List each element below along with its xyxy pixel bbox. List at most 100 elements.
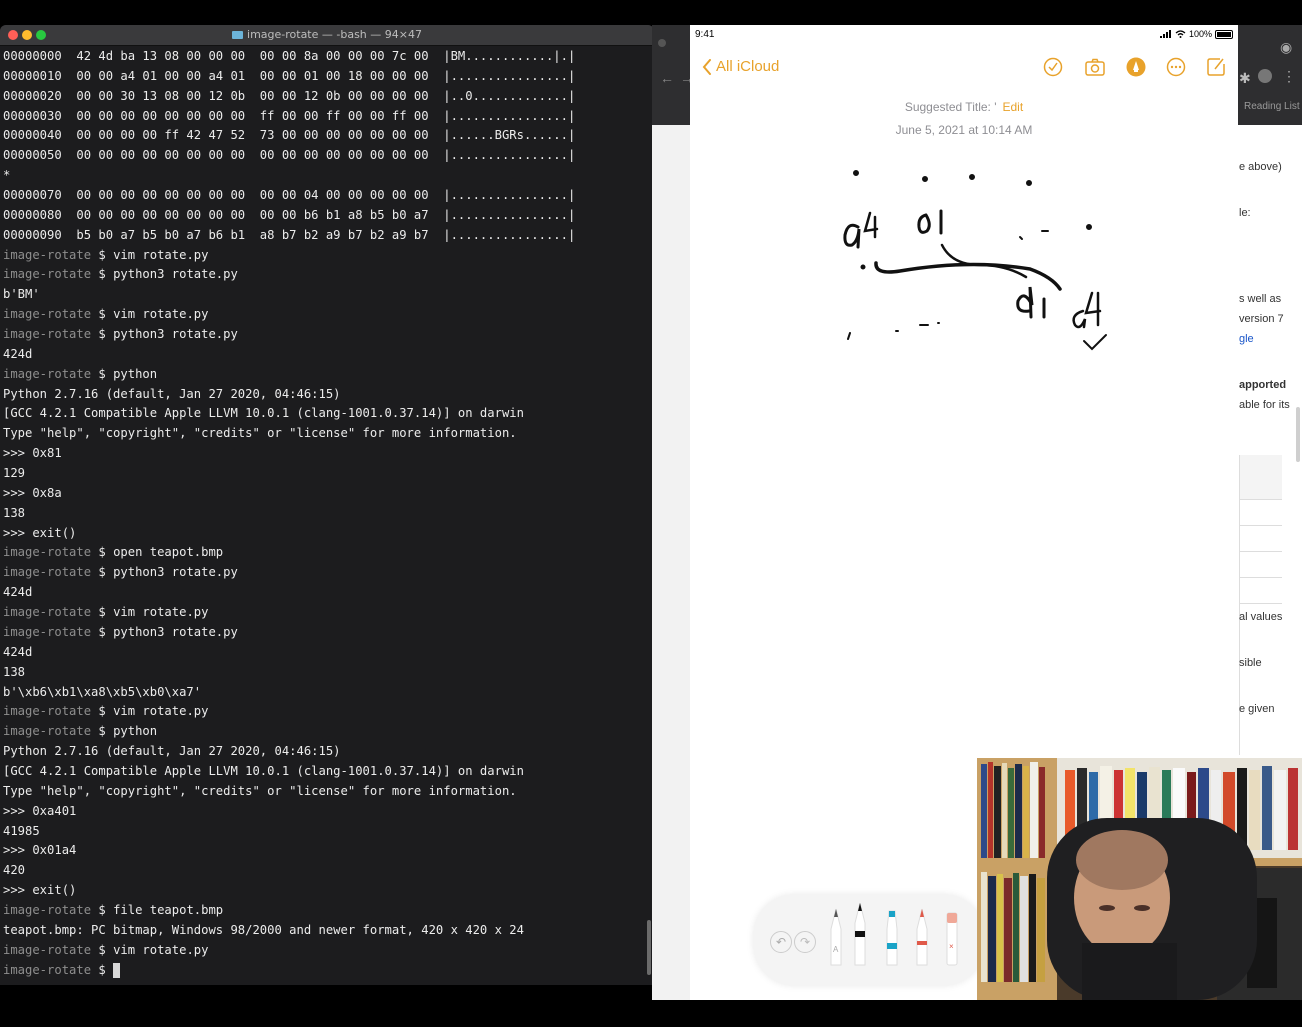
line-text: teapot.bmp: PC bitmap, Windows 98/2000 a… xyxy=(3,922,524,937)
camera-icon[interactable] xyxy=(1084,56,1106,78)
table-row xyxy=(1240,500,1282,526)
terminal-output-line: 00000030 00 00 00 00 00 00 00 00 ff 00 0… xyxy=(3,107,644,127)
drawing-tool-palette[interactable]: ↶ ↷ A × xyxy=(754,895,984,985)
shell-prompt: image-rotate xyxy=(3,942,92,957)
terminal-output-line: 420 xyxy=(3,861,644,881)
line-text: >>> exit() xyxy=(3,883,77,898)
table-row xyxy=(1240,526,1282,552)
shell-prompt: image-rotate xyxy=(3,327,92,342)
line-text: [GCC 4.2.1 Compatible Apple LLVM 10.0.1 … xyxy=(3,406,524,421)
edit-title-link[interactable]: Edit xyxy=(1003,100,1024,114)
back-all-icloud-button[interactable]: All iCloud xyxy=(702,58,779,75)
line-text: >>> 0xa401 xyxy=(3,803,77,818)
terminal-output-line: 00000000 42 4d ba 13 08 00 00 00 00 00 8… xyxy=(3,47,644,67)
battery-icon xyxy=(1215,29,1233,39)
redo-icon[interactable]: ↷ xyxy=(794,931,816,953)
more-options-icon[interactable]: ⋮ xyxy=(1282,68,1296,85)
pen-tool-icon[interactable] xyxy=(852,901,868,967)
line-text: * xyxy=(3,168,11,183)
line-text: 00000010 00 00 a4 01 00 00 a4 01 00 00 0… xyxy=(3,68,576,83)
terminal-command-line: image-rotate $ vim rotate.py xyxy=(3,305,644,325)
shell-prompt: image-rotate xyxy=(3,724,92,739)
terminal-command-line: image-rotate $ python3 rotate.py xyxy=(3,563,644,583)
terminal-output-line: >>> exit() xyxy=(3,881,644,901)
terminal-output-line: 00000040 00 00 00 00 ff 42 47 52 73 00 0… xyxy=(3,126,644,146)
page-scrollbar[interactable] xyxy=(1296,407,1300,462)
line-text: 00000030 00 00 00 00 00 00 00 00 ff 00 0… xyxy=(3,108,576,123)
line-text: 420 xyxy=(3,863,26,878)
terminal-command-line: image-rotate $ python xyxy=(3,722,644,742)
page-text-fragment: able for its xyxy=(1239,399,1290,411)
terminal-command-line: image-rotate $ python xyxy=(3,365,644,385)
webcam-overlay xyxy=(977,758,1302,1000)
line-text: 129 xyxy=(3,466,26,481)
terminal-output-line: >>> 0x01a4 xyxy=(3,841,644,861)
terminal-command-line: image-rotate $ vim rotate.py xyxy=(3,603,644,623)
markup-pen-icon[interactable] xyxy=(1125,56,1147,78)
handwritten-sketch[interactable] xyxy=(830,165,1120,365)
terminal-output-line: 138 xyxy=(3,663,644,683)
terminal-output-line: 00000080 00 00 00 00 00 00 00 00 00 00 b… xyxy=(3,206,644,226)
terminal-output-line: 138 xyxy=(3,504,644,524)
shell-prompt: image-rotate xyxy=(3,605,92,620)
checklist-icon[interactable] xyxy=(1042,56,1064,78)
terminal-output-line: >>> 0x81 xyxy=(3,444,644,464)
text-cursor[interactable] xyxy=(113,962,121,978)
suggested-title: Suggested Title: ' Edit xyxy=(690,100,1238,114)
pencil-tool-icon[interactable]: A xyxy=(828,907,844,967)
line-text: 00000040 00 00 00 00 ff 42 47 52 73 00 0… xyxy=(3,128,576,143)
crayon-tool-icon[interactable] xyxy=(914,907,930,967)
line-text: $ python3 rotate.py xyxy=(91,624,238,639)
page-link-fragment[interactable]: gle xyxy=(1239,333,1254,345)
more-icon[interactable] xyxy=(1165,56,1187,78)
terminal-output-line: 424d xyxy=(3,583,644,603)
compose-icon[interactable] xyxy=(1205,56,1227,78)
profile-avatar[interactable] xyxy=(1258,69,1272,83)
line-text: 00000000 42 4d ba 13 08 00 00 00 00 00 8… xyxy=(3,49,576,63)
line-text: b'BM' xyxy=(3,287,40,302)
back-arrow-icon[interactable]: ← xyxy=(660,70,674,86)
terminal-command-line: image-rotate $ xyxy=(3,961,644,981)
terminal-scrollbar[interactable] xyxy=(647,920,651,975)
page-text-fragment: e above) xyxy=(1239,161,1282,173)
line-text: $ python xyxy=(91,366,158,381)
extension-icon[interactable]: ✱ xyxy=(1239,70,1251,87)
terminal-output-line: 00000050 00 00 00 00 00 00 00 00 00 00 0… xyxy=(3,146,644,166)
shell-prompt: image-rotate xyxy=(3,624,92,639)
line-text: $ xyxy=(91,962,114,977)
browser-left-pane xyxy=(652,125,690,1000)
terminal-output-line: >>> exit() xyxy=(3,524,644,544)
line-text: $ python xyxy=(91,724,158,739)
svg-text:×: × xyxy=(949,942,954,951)
terminal-output-line: >>> 0x8a xyxy=(3,484,644,504)
terminal-output-line: 00000070 00 00 00 00 00 00 00 00 00 00 0… xyxy=(3,186,644,206)
line-text: 138 xyxy=(3,505,26,520)
back-label: All iCloud xyxy=(716,58,780,75)
marker-tool-icon[interactable] xyxy=(884,907,900,967)
eraser-tool-icon[interactable]: × xyxy=(944,911,960,967)
webcam-video-frame xyxy=(977,758,1302,1000)
line-text: $ file teapot.bmp xyxy=(91,902,224,917)
line-text: [GCC 4.2.1 Compatible Apple LLVM 10.0.1 … xyxy=(3,763,524,778)
terminal-output-line: 424d xyxy=(3,643,644,663)
line-text: b'\xb6\xb1\xa8\xb5\xb0\xa7' xyxy=(3,684,202,699)
terminal-output-line: 00000090 b5 b0 a7 b5 b0 a7 b6 b1 a8 b7 b… xyxy=(3,226,644,246)
terminal-output-line: Type "help", "copyright", "credits" or "… xyxy=(3,782,644,802)
shell-prompt: image-rotate xyxy=(3,545,92,560)
line-text: $ vim rotate.py xyxy=(91,704,209,719)
window-control-icon[interactable] xyxy=(658,39,666,47)
terminal-command-line: image-rotate $ python3 rotate.py xyxy=(3,623,644,643)
terminal-title: image-rotate — -bash — 94×47 xyxy=(0,28,654,41)
terminal-output[interactable]: 00000000 42 4d ba 13 08 00 00 00 00 00 8… xyxy=(3,47,644,985)
line-text: >>> 0x8a xyxy=(3,485,62,500)
line-text: $ vim rotate.py xyxy=(91,307,209,322)
settings-icon[interactable]: ◉ xyxy=(1280,39,1292,56)
terminal-window[interactable]: image-rotate — -bash — 94×47 00000000 42… xyxy=(0,25,654,985)
terminal-command-line: image-rotate $ open teapot.bmp xyxy=(3,543,644,563)
undo-icon[interactable]: ↶ xyxy=(770,931,792,953)
terminal-titlebar[interactable]: image-rotate — -bash — 94×47 xyxy=(0,25,654,46)
suggested-title-text: Suggested Title: ' xyxy=(904,100,997,114)
shell-prompt: image-rotate xyxy=(3,366,92,381)
reading-list-button[interactable]: Reading List xyxy=(1244,101,1300,112)
terminal-output-line: [GCC 4.2.1 Compatible Apple LLVM 10.0.1 … xyxy=(3,762,644,782)
